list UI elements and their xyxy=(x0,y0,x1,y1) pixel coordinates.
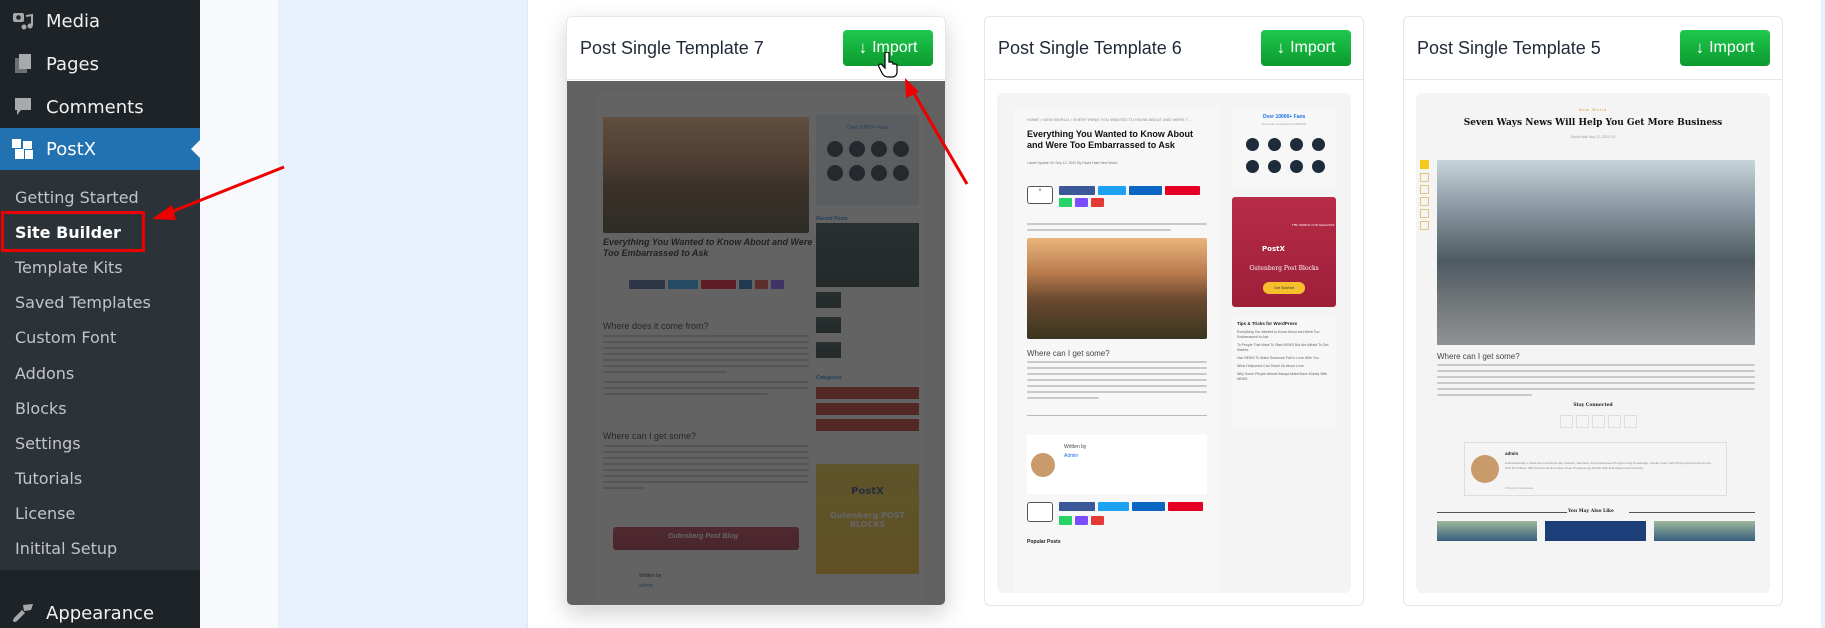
preview-meta: Latest Update On Sep 12, 2022 By David H… xyxy=(1027,161,1118,165)
template-preview[interactable]: HOME > NEW WORLD > EVERYTHING YOU WANTED… xyxy=(997,93,1351,593)
postx-icon xyxy=(10,136,36,162)
preview-popular-posts: Popular Posts xyxy=(1027,539,1061,545)
import-label: Import xyxy=(1290,39,1336,56)
sidebar-item-label: Pages xyxy=(46,53,99,75)
share-toggle-icon xyxy=(1420,160,1429,169)
sidebar-item-postx[interactable]: PostX xyxy=(0,128,200,170)
template-title: Post Single Template 6 xyxy=(998,37,1182,58)
import-label: Import xyxy=(1709,39,1755,56)
preview-author-box: admin Enthusiastically In Real-Life Cont… xyxy=(1464,442,1727,496)
preview-category: New World xyxy=(1578,107,1608,112)
import-button[interactable]: ↓ Import xyxy=(1261,30,1351,66)
screen: Media Pages Comments PostX Getting Start… xyxy=(0,0,1825,628)
preview-hero-image xyxy=(1027,238,1207,339)
sidebar-item-pages[interactable]: Pages xyxy=(0,43,200,85)
sidebar-item-appearance[interactable]: Appearance xyxy=(0,592,200,628)
active-menu-indicator xyxy=(191,140,200,158)
site-builder-side-panel xyxy=(278,0,528,628)
preview-meta: David Hale Sep 12, 2022 0 0 xyxy=(1570,135,1616,139)
submenu-saved-templates[interactable]: Saved Templates xyxy=(15,291,151,315)
preview-hero-image xyxy=(1437,160,1755,345)
preview-tips-widget: Tips & Tricks for WordPress Everything Y… xyxy=(1232,317,1336,427)
card-header: Post Single Template 6 ↓ Import xyxy=(985,17,1363,80)
sidebar-item-label: Media xyxy=(46,10,101,32)
submenu-blocks[interactable]: Blocks xyxy=(15,397,67,421)
template-title: Post Single Template 5 xyxy=(1417,37,1601,58)
template-card[interactable]: Post Single Template 5 ↓ Import New Worl… xyxy=(1403,16,1783,606)
download-arrow-icon: ↓ xyxy=(1695,38,1705,57)
sidebar-item-label: Comments xyxy=(46,96,144,118)
appearance-icon xyxy=(10,600,36,626)
hover-overlay xyxy=(567,81,945,605)
preview-section: Where can I get some? xyxy=(1437,352,1520,361)
submenu-initial-setup[interactable]: Initital Setup xyxy=(15,537,117,561)
site-builder-highlight xyxy=(1,211,145,252)
pages-icon xyxy=(10,51,36,77)
comments-icon xyxy=(10,94,36,120)
card-header: Post Single Template 5 ↓ Import xyxy=(1404,17,1782,80)
template-card[interactable]: Post Single Template 6 ↓ Import HOME > N… xyxy=(984,16,1364,606)
preview-section: Where can I get some? xyxy=(1027,349,1110,358)
preview-you-may-also-like: You May Also Like xyxy=(1568,509,1614,514)
preview-author-box: Written by Admin xyxy=(1027,435,1207,494)
download-arrow-icon: ↓ xyxy=(858,38,868,57)
sidebar-item-label: Appearance xyxy=(46,602,155,624)
submenu-addons[interactable]: Addons xyxy=(15,362,74,386)
submenu-license[interactable]: License xyxy=(15,502,75,526)
preview-fans-box: Over 10000+ Fans Get Fresh Content From … xyxy=(1232,108,1336,186)
sidebar-item-label: PostX xyxy=(46,138,96,160)
preview-breadcrumb: HOME > NEW WORLD > EVERYTHING YOU WANTED… xyxy=(1027,117,1191,122)
template-preview[interactable]: New World Seven Ways News Will Help You … xyxy=(1416,93,1770,593)
preview-share-count: 0 xyxy=(1027,186,1053,204)
admin-sidebar: Media Pages Comments PostX Getting Start… xyxy=(0,0,200,628)
template-title: Post Single Template 7 xyxy=(580,37,764,58)
preview-postx-ad: FIFA WORLD CUP Qatar2022 PostX Gutenberg… xyxy=(1232,197,1336,307)
submenu-getting-started[interactable]: Getting Started xyxy=(15,186,139,210)
sidebar-item-media[interactable]: Media xyxy=(0,0,200,42)
download-arrow-icon: ↓ xyxy=(1276,38,1286,57)
submenu-settings[interactable]: Settings xyxy=(15,432,81,456)
submenu-template-kits[interactable]: Template Kits xyxy=(15,256,123,280)
hand-cursor-icon xyxy=(878,51,900,84)
import-button[interactable]: ↓ Import xyxy=(1680,30,1770,66)
submenu-tutorials[interactable]: Tutorials xyxy=(15,467,82,491)
submenu-custom-font[interactable]: Custom Font xyxy=(15,326,116,350)
content-gutter xyxy=(200,0,278,628)
template-card[interactable]: Post Single Template 7 ↓ Import Everythi… xyxy=(566,16,946,606)
sidebar-item-comments[interactable]: Comments xyxy=(0,86,200,128)
preview-heading: Everything You Wanted to Know About and … xyxy=(1027,129,1193,150)
right-panel-edge xyxy=(1821,0,1825,628)
preview-heading: Seven Ways News Will Help You Get More B… xyxy=(1463,118,1723,128)
preview-stay-connected: Stay Connected xyxy=(1573,403,1613,408)
template-preview[interactable]: Everything You Wanted to Know About and … xyxy=(567,81,945,605)
media-icon xyxy=(10,8,36,34)
